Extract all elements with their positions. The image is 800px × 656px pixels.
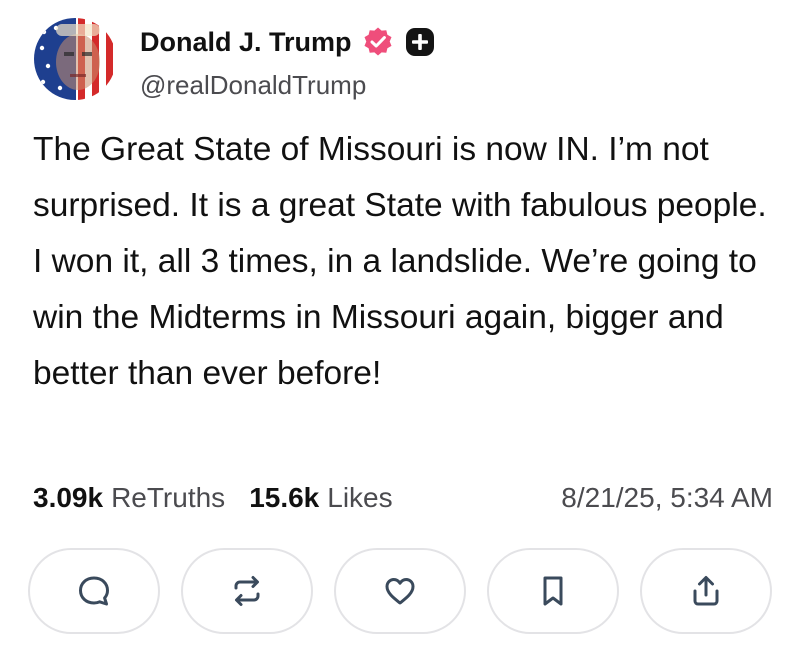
retruths-stat[interactable]: 3.09k ReTruths: [33, 482, 225, 514]
likes-stat[interactable]: 15.6k Likes: [249, 482, 392, 514]
action-bar: [28, 548, 772, 636]
post-stats: 3.09k ReTruths 15.6k Likes 8/21/25, 5:34…: [33, 478, 773, 518]
author-name-row: Donald J. Trump: [140, 24, 436, 60]
retruths-count: 3.09k: [33, 482, 104, 513]
post-card: Donald J. Trump @realDonaldTrump The Gre…: [0, 0, 800, 656]
like-button[interactable]: [334, 548, 466, 634]
share-icon: [693, 576, 719, 606]
like-heart-icon: [385, 578, 415, 605]
retruth-icon: [234, 576, 260, 606]
likes-label: Likes: [327, 482, 393, 513]
post-text: The Great State of Missouri is now IN. I…: [33, 131, 767, 392]
retruth-button[interactable]: [181, 548, 313, 634]
share-button[interactable]: [640, 548, 772, 634]
author-handle[interactable]: @realDonaldTrump: [140, 70, 366, 101]
display-name[interactable]: Donald J. Trump: [140, 27, 352, 58]
likes-count: 15.6k: [249, 482, 320, 513]
plus-badge-icon: [404, 26, 436, 58]
bookmark-icon: [543, 576, 563, 606]
verified-badge-icon: [362, 26, 394, 58]
retruths-label: ReTruths: [111, 482, 226, 513]
reply-button[interactable]: [28, 548, 160, 634]
avatar[interactable]: [34, 18, 116, 100]
reply-icon: [79, 576, 109, 606]
bookmark-button[interactable]: [487, 548, 619, 634]
flag-portrait-avatar: [34, 18, 116, 100]
post-timestamp: 8/21/25, 5:34 AM: [561, 482, 773, 513]
